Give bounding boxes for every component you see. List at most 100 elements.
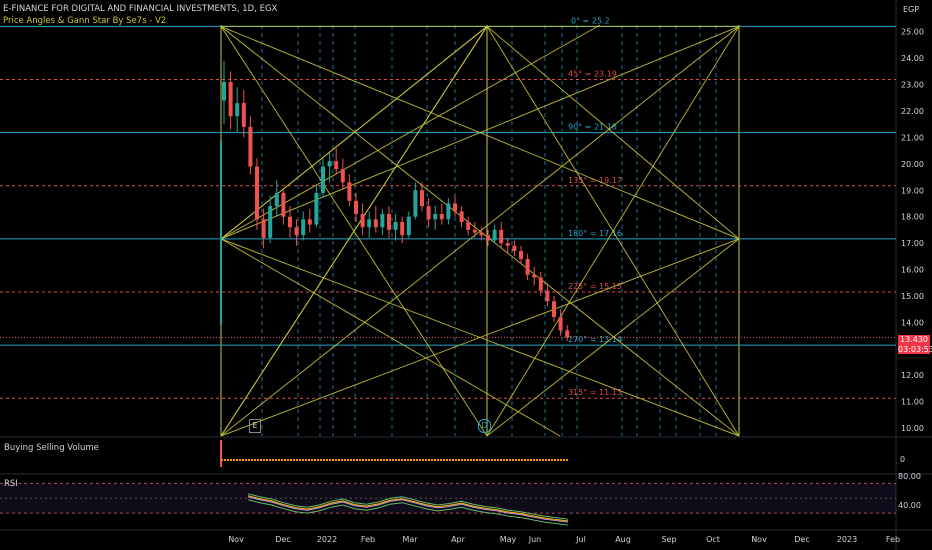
x-tick-label: Dec: [275, 535, 290, 544]
candle-body: [565, 330, 570, 338]
candle-body: [453, 203, 457, 212]
candle-body: [367, 219, 372, 228]
candle-body: [288, 216, 292, 228]
candle-body: [545, 290, 550, 302]
y-tick-label: 10.00: [901, 424, 924, 433]
chart-canvas: 10.0011.0012.0013.0014.0015.0016.0017.00…: [0, 0, 932, 550]
candle-body: [532, 274, 537, 278]
volume-zero-tick: 0: [900, 455, 906, 464]
y-tick-label: 17.00: [901, 239, 924, 248]
earnings-marker-e[interactable]: E: [249, 419, 261, 433]
x-tick-label: May: [500, 535, 517, 544]
x-tick-label: Nov: [228, 535, 244, 544]
rsi-tick-80: 80.00: [898, 472, 921, 481]
candle-body: [334, 161, 339, 170]
y-tick-label: 15.00: [901, 292, 924, 301]
gann-level-label: 0° = 25.2: [571, 16, 610, 25]
y-tick-label: 18.00: [901, 213, 924, 222]
candle-body: [360, 214, 365, 228]
candle-body: [426, 206, 431, 220]
candle-body: [538, 277, 543, 291]
candle-body: [466, 221, 471, 230]
candle-body: [274, 192, 279, 207]
candle-body: [479, 232, 484, 236]
candle-body: [558, 317, 563, 331]
candle-body: [387, 214, 391, 230]
candle-body: [472, 229, 477, 233]
candle-body: [268, 206, 273, 238]
candle-body: [446, 203, 451, 220]
candle-body: [294, 227, 299, 236]
symbol-title: E-FINANCE FOR DIGITAL AND FINANCIAL INVE…: [3, 4, 278, 14]
candle-body: [340, 169, 345, 183]
x-tick-label: Feb: [361, 535, 375, 544]
y-tick-label: 25.00: [901, 28, 924, 37]
volume-pane-label: Buying Selling Volume: [4, 443, 99, 453]
candle-body: [327, 161, 332, 167]
candle-body: [552, 301, 556, 318]
candle-body: [281, 192, 286, 217]
y-tick-label: 24.00: [901, 54, 924, 63]
candle-body: [255, 166, 259, 220]
candle-body: [248, 126, 253, 167]
candle-body: [420, 190, 424, 207]
gann-level-label: 315° = 11.13: [568, 388, 622, 397]
candle-body: [393, 221, 398, 230]
indicator-title: Price Angles & Gann Star By Se7s - V2: [3, 16, 167, 26]
candle-body: [486, 235, 490, 241]
x-tick-label: Nov: [751, 535, 767, 544]
y-tick-label: 16.00: [901, 266, 924, 275]
dividend-marker-d[interactable]: D: [478, 419, 491, 433]
candle-body: [321, 166, 325, 193]
candle-body: [400, 221, 405, 236]
candle-body: [373, 219, 378, 228]
candle-body: [433, 214, 438, 220]
last-price-countdown: 03:03:53: [898, 344, 932, 354]
candle-body: [439, 214, 444, 220]
x-tick-label: Jul: [575, 535, 586, 544]
x-tick-label: 2022: [317, 535, 337, 544]
last-price-tag[interactable]: 13.430 03:03:53: [898, 335, 932, 354]
x-tick-label: Feb: [886, 535, 900, 544]
candle-body: [525, 258, 530, 275]
candle-body: [307, 219, 312, 225]
candle-body: [406, 216, 411, 236]
y-tick-label: 20.00: [901, 160, 924, 169]
x-tick-label: Dec: [794, 535, 809, 544]
candle-body: [459, 211, 464, 222]
candle-body: [512, 245, 517, 252]
y-tick-label: 14.00: [901, 318, 924, 327]
candle-body: [222, 81, 226, 101]
candle-body: [241, 103, 246, 127]
x-tick-label: Mar: [402, 535, 418, 544]
candle-body: [261, 219, 266, 238]
y-tick-label: 19.00: [901, 186, 924, 195]
y-tick-label: 22.00: [901, 107, 924, 116]
y-tick-label: 23.00: [901, 81, 924, 90]
x-tick-label: Apr: [451, 535, 466, 544]
rsi-pane-label: RSI: [4, 479, 18, 489]
x-tick-label: 2023: [837, 535, 857, 544]
candle-body: [492, 229, 497, 241]
y-tick-label: 11.00: [901, 398, 924, 407]
candle-body: [499, 229, 504, 244]
candle-body: [519, 251, 523, 259]
currency-label: EGP: [903, 5, 920, 14]
y-tick-label: 12.00: [901, 371, 924, 380]
x-tick-label: Jun: [528, 535, 542, 544]
candle-body: [347, 182, 352, 201]
y-tick-label: 21.00: [901, 133, 924, 142]
candle-body: [301, 219, 306, 236]
x-tick-label: Aug: [615, 535, 631, 544]
gann-level-label: 45° = 23.19: [568, 70, 617, 79]
rsi-tick-40: 40.00: [898, 501, 921, 510]
candle-body: [354, 200, 358, 215]
candle-body: [314, 192, 319, 225]
candle-body: [235, 103, 240, 117]
candle-body: [413, 190, 418, 217]
candle-body: [228, 81, 233, 117]
gann-ray: [220, 24, 601, 240]
candle-body: [380, 214, 385, 228]
x-tick-label: Sep: [661, 535, 676, 544]
x-tick-label: Oct: [706, 535, 720, 544]
